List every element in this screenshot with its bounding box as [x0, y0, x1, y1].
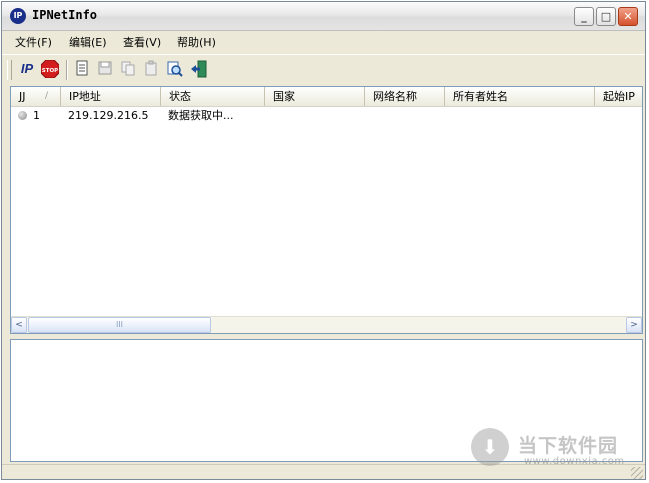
watermark-text: 当下软件园: [518, 435, 619, 457]
menu-bar: 文件(F) 编辑(E) 查看(V) 帮助(H): [2, 31, 645, 52]
minimize-button[interactable]: _: [574, 7, 594, 26]
toolbar-grip[interactable]: [7, 60, 12, 80]
sort-ascending-icon: ∕: [45, 91, 49, 101]
exit-button[interactable]: [189, 60, 209, 80]
column-header-start-ip[interactable]: 起始IP: [595, 87, 642, 106]
watermark-url: www.downxia.com: [524, 456, 625, 467]
column-header-country[interactable]: 国家: [265, 87, 365, 106]
app-icon: IP: [10, 8, 26, 24]
stop-button[interactable]: STOP: [40, 59, 60, 80]
scroll-thumb[interactable]: III: [28, 317, 211, 333]
document-icon: [76, 60, 88, 76]
list-header: JJ ∕ IP地址 状态 国家 网络名称 所有者姓名 起始IP: [11, 87, 642, 107]
exit-door-icon: [191, 60, 207, 78]
find-icon: [167, 61, 183, 77]
svg-text:STOP: STOP: [42, 68, 58, 74]
status-dot-icon: [18, 111, 27, 120]
ip-results-list[interactable]: JJ ∕ IP地址 状态 国家 网络名称 所有者姓名 起始IP 1 219.12…: [10, 86, 643, 334]
copy-icon: [121, 61, 135, 76]
column-header-status[interactable]: 状态: [161, 87, 265, 106]
row-status: 数据获取中...: [168, 109, 234, 122]
toolbar-separator: [66, 60, 68, 80]
ip-lookup-icon: IP: [20, 61, 34, 76]
column-header-ip[interactable]: IP地址: [61, 87, 161, 106]
save-icon: [98, 61, 112, 75]
row-ip-address: 219.129.216.5: [68, 109, 149, 122]
column-header-network-name[interactable]: 网络名称: [365, 87, 445, 106]
ip-lookup-button[interactable]: IP: [17, 60, 37, 80]
menu-file[interactable]: 文件(F): [15, 34, 52, 50]
find-button[interactable]: [165, 60, 185, 80]
scroll-right-button[interactable]: >: [626, 317, 642, 333]
maximize-button[interactable]: □: [596, 7, 616, 26]
paste-button[interactable]: [141, 60, 161, 80]
title-bar[interactable]: IP IPNetInfo _ □ ✕: [2, 2, 645, 31]
watermark-download-arrow-icon: ⬇: [481, 435, 499, 459]
horizontal-scrollbar[interactable]: < III >: [11, 316, 642, 333]
copy-button[interactable]: [118, 60, 138, 80]
menu-help[interactable]: 帮助(H): [177, 34, 216, 50]
stop-icon: STOP: [40, 59, 60, 79]
close-button[interactable]: ✕: [618, 7, 638, 26]
scroll-left-button[interactable]: <: [11, 317, 27, 333]
list-row[interactable]: 1 219.129.216.5 数据获取中...: [11, 107, 642, 125]
menu-edit[interactable]: 编辑(E): [69, 34, 107, 50]
properties-button[interactable]: [72, 60, 92, 80]
app-window: IP IPNetInfo _ □ ✕ 文件(F) 编辑(E) 查看(V) 帮助(…: [1, 1, 646, 480]
column-header-owner-name[interactable]: 所有者姓名: [445, 87, 595, 106]
window-title: IPNetInfo: [32, 8, 98, 22]
resize-grip[interactable]: [631, 467, 643, 479]
save-button[interactable]: [95, 60, 115, 80]
column-header-index[interactable]: JJ ∕: [11, 87, 61, 106]
menu-view[interactable]: 查看(V): [123, 34, 161, 50]
clipboard-icon: [145, 60, 157, 76]
row-index: 1: [33, 109, 40, 122]
toolbar: IP STOP: [2, 54, 645, 85]
